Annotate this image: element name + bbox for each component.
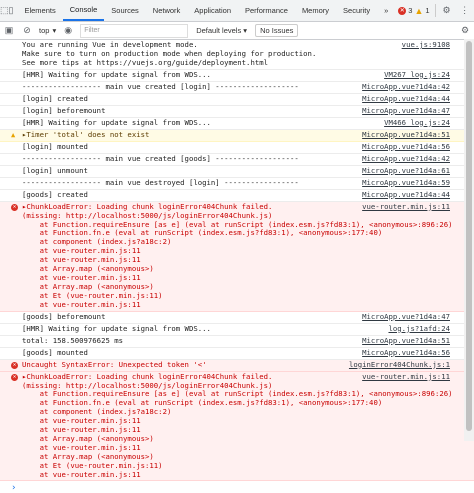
message-text: You are running Vue in development mode.… [22,40,316,67]
filter-input[interactable]: Filter [80,24,188,38]
error-message-row: ✕ Uncaught SyntaxError: Unexpected token … [0,360,474,372]
source-link[interactable]: vue.js:9108 [402,41,450,50]
error-icon: ✕ [11,362,18,369]
log-message-row: [goods] created MicroApp.vue?1d4a:44 [0,190,474,202]
source-link[interactable]: MicroApp.vue?1d4a:44 [362,191,450,200]
message-text: [HMR] Waiting for update signal from WDS… [22,324,211,333]
tab-console[interactable]: Console [63,0,105,21]
source-link[interactable]: MicroApp.vue?1d4a:47 [362,107,450,116]
source-link[interactable]: VM466 log.js:24 [384,119,450,128]
sidebar-toggle-icon[interactable]: ▣ [0,22,18,39]
log-message-row: [login] created MicroApp.vue?1d4a:44 [0,94,474,106]
log-message-row: [login] mounted MicroApp.vue?1d4a:56 [0,142,474,154]
log-message-row: ------------------ main vue created [log… [0,82,474,94]
levels-dropdown[interactable]: Default levels ▾ [196,26,247,35]
message-text: [login] unmount [22,166,88,175]
tab-performance[interactable]: Performance [238,0,295,21]
message-text: ------------------ main vue destroyed [l… [22,178,299,187]
message-text: [HMR] Waiting for update signal from WDS… [22,118,211,127]
tab-network[interactable]: Network [146,0,188,21]
eye-icon[interactable]: ◉ [59,22,77,39]
log-message-row: ------------------ main vue created [goo… [0,154,474,166]
log-message-row: You are running Vue in development mode.… [0,40,474,70]
context-label: top [39,26,49,35]
message-text: Uncaught SyntaxError: Unexpected token '… [22,360,207,369]
source-link[interactable]: MicroApp.vue?1d4a:56 [362,143,450,152]
divider [435,4,436,17]
device-toolbar-icon[interactable]: ▯ [9,0,14,21]
gear-icon[interactable]: ⚙ [438,0,456,21]
chevron-down-icon: ▾ [52,26,56,35]
source-link[interactable]: MicroApp.vue?1d4a:42 [362,155,450,164]
source-link[interactable]: MicroApp.vue?1d4a:56 [362,349,450,358]
message-text: [login] created [22,94,88,103]
inspect-element-icon[interactable]: ⬚ [0,0,9,21]
source-link[interactable]: vue-router.min.js:11 [362,203,450,212]
warning-count: 1 [425,6,429,15]
source-link[interactable]: MicroApp.vue?1d4a:44 [362,95,450,104]
message-text: ▸Timer 'total' does not exist [22,130,149,139]
message-text: [goods] created [22,190,88,199]
error-count: 3 [408,6,412,15]
source-link[interactable]: MicroApp.vue?1d4a:59 [362,179,450,188]
log-message-row: total: 158.500976625 ms MicroApp.vue?1d4a… [0,336,474,348]
log-message-row: [HMR] Waiting for update signal from WDS… [0,70,474,82]
right-tools: ✕ 3 ▲ 1 ⚙ ⋮ ✕ [395,0,474,21]
message-text: ▸ChunkLoadError: Loading chunk loginErro… [22,202,453,309]
message-text: ▸ChunkLoadError: Loading chunk loginErro… [22,372,453,479]
source-link[interactable]: loginError404Chunk.js:1 [349,361,450,370]
message-text: [goods] beforemount [22,312,105,321]
source-link[interactable]: MicroApp.vue?1d4a:42 [362,83,450,92]
source-link[interactable]: VM267 log.js:24 [384,71,450,80]
log-message-row: [goods] beforemount MicroApp.vue?1d4a:47 [0,312,474,324]
warning-icon: ▲ [414,6,423,16]
tab-elements[interactable]: Elements [17,0,62,21]
error-icon: ✕ [398,7,406,15]
source-link[interactable]: MicroApp.vue?1d4a:61 [362,167,450,176]
log-message-row: ------------------ main vue destroyed [l… [0,178,474,190]
scrollbar-thumb[interactable] [466,41,472,431]
log-message-row: [HMR] Waiting for update signal from WDS… [0,118,474,130]
tab-memory[interactable]: Memory [295,0,336,21]
tab-sources[interactable]: Sources [104,0,146,21]
message-text: ------------------ main vue created [log… [22,82,299,91]
console-toolbar: ▣ ⊘ top ▾ ◉ Filter Default levels ▾ No I… [0,22,474,40]
log-message-row: [login] beforemount MicroApp.vue?1d4a:47 [0,106,474,118]
tab-security[interactable]: Security [336,0,377,21]
source-link[interactable]: vue-router.min.js:11 [362,373,450,382]
error-message-row: ✕ ▸ChunkLoadError: Loading chunk loginErr… [0,372,474,482]
log-message-row: [goods] mounted MicroApp.vue?1d4a:56 [0,348,474,360]
error-message-row: ✕ ▸ChunkLoadError: Loading chunk loginErr… [0,202,474,312]
message-text: total: 158.500976625 ms [22,336,123,345]
source-link[interactable]: MicroApp.vue?1d4a:47 [362,313,450,322]
console-messages: You are running Vue in development mode.… [0,40,474,481]
more-tabs-button[interactable]: » [377,0,395,21]
source-link[interactable]: MicroApp.vue?1d4a:51 [362,337,450,346]
warning-icon: ▲ [11,131,15,140]
issue-counter[interactable]: ✕ 3 ▲ 1 [395,6,432,16]
devtools-tabbar: ⬚ ▯ ElementsConsoleSourcesNetworkApplica… [0,0,474,22]
kebab-menu-icon[interactable]: ⋮ [456,0,474,21]
log-message-row: [login] unmount MicroApp.vue?1d4a:61 [0,166,474,178]
message-text: [goods] mounted [22,348,88,357]
error-icon: ✕ [11,204,18,211]
error-icon: ✕ [11,374,18,381]
gear-icon[interactable]: ⚙ [456,22,474,39]
log-message-row: [HMR] Waiting for update signal from WDS… [0,324,474,336]
message-text: [login] mounted [22,142,88,151]
message-text: ------------------ main vue created [goo… [22,154,299,163]
warning-message-row: ▲ ▸Timer 'total' does not exist MicroApp.v… [0,130,474,142]
message-text: [HMR] Waiting for update signal from WDS… [22,70,211,79]
issues-button[interactable]: No Issues [255,24,298,37]
source-link[interactable]: MicroApp.vue?1d4a:51 [362,131,450,140]
scrollbar[interactable] [464,39,474,441]
message-text: [login] beforemount [22,106,105,115]
context-selector[interactable]: top ▾ [36,26,59,35]
tab-application[interactable]: Application [187,0,238,21]
tab-list: ElementsConsoleSourcesNetworkApplication… [17,0,377,21]
clear-console-icon[interactable]: ⊘ [18,22,36,39]
console-prompt[interactable]: › [0,481,474,493]
source-link[interactable]: log.js?1afd:24 [388,325,450,334]
